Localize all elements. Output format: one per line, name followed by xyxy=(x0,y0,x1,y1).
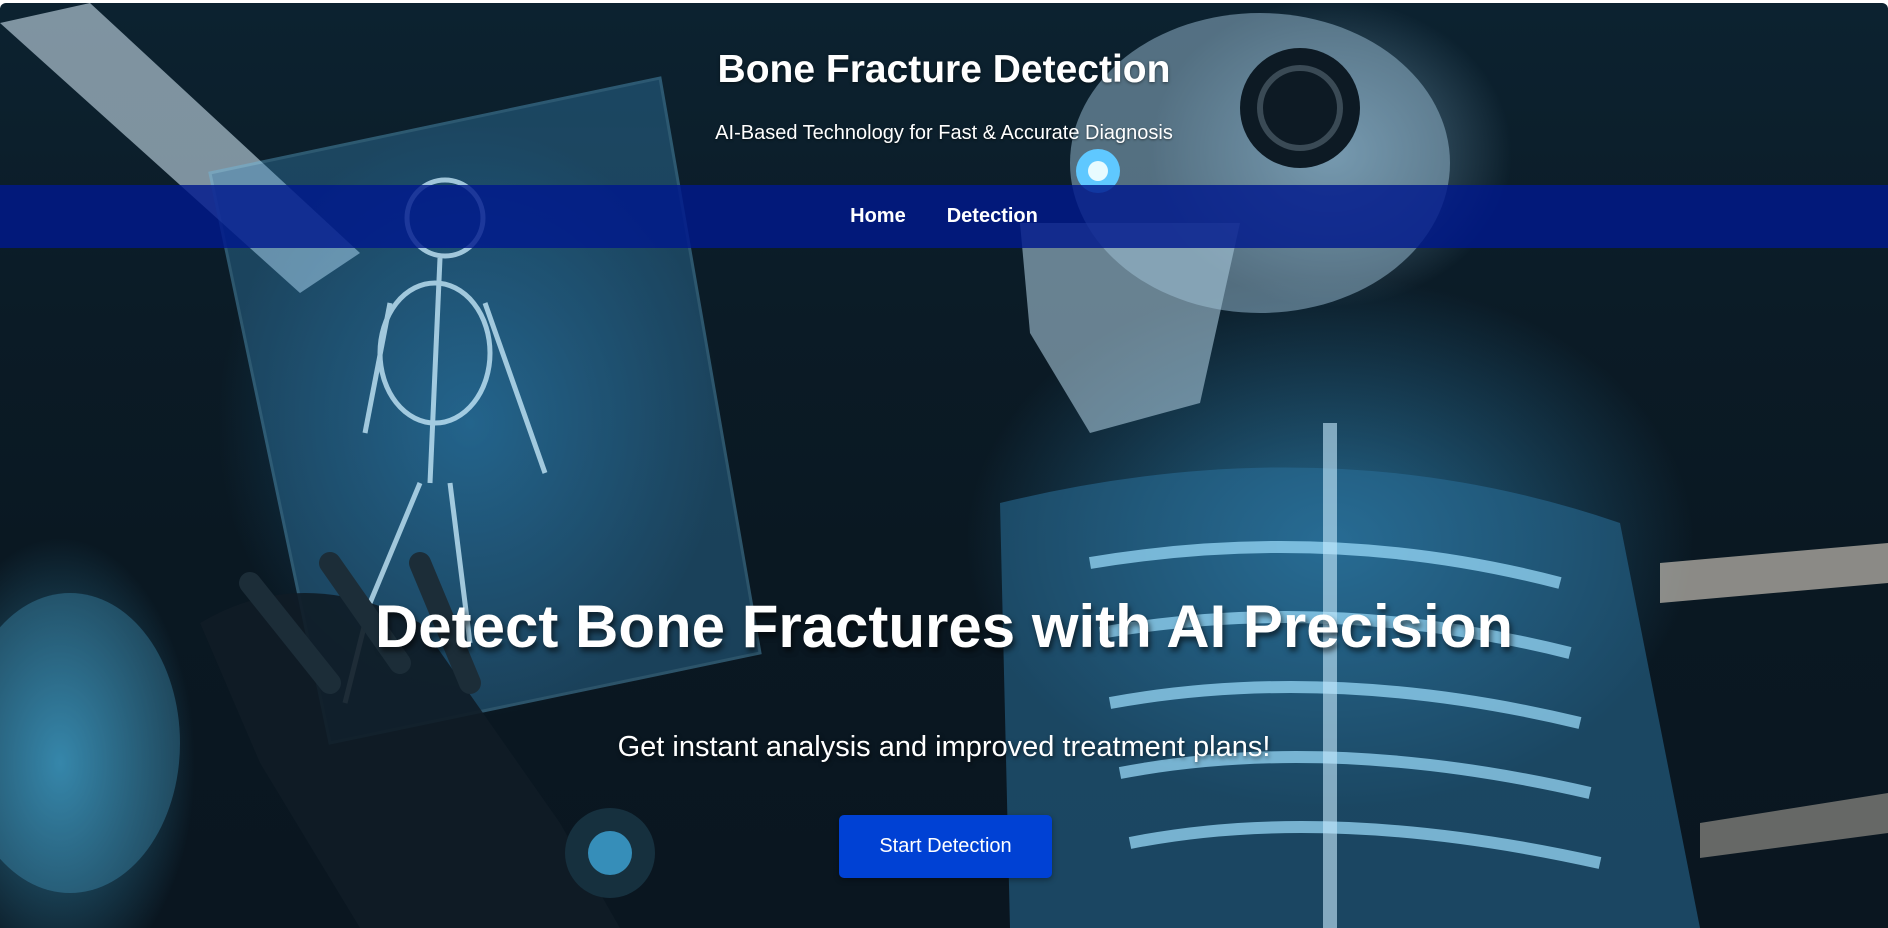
main-nav: Home Detection xyxy=(0,185,1888,248)
hero-headline: Detect Bone Fractures with AI Precision xyxy=(374,593,1514,660)
nav-detection-link[interactable]: Detection xyxy=(947,199,1038,234)
start-detection-button[interactable]: Start Detection xyxy=(839,815,1052,878)
site-tagline: AI-Based Technology for Fast & Accurate … xyxy=(715,122,1173,144)
site-title: Bone Fracture Detection xyxy=(717,48,1171,91)
page: Bone Fracture Detection AI-Based Technol… xyxy=(0,0,1888,928)
site-header: Bone Fracture Detection AI-Based Technol… xyxy=(0,3,1888,155)
hero-subheadline: Get instant analysis and improved treatm… xyxy=(617,731,1271,763)
nav-home-link[interactable]: Home xyxy=(850,199,906,234)
